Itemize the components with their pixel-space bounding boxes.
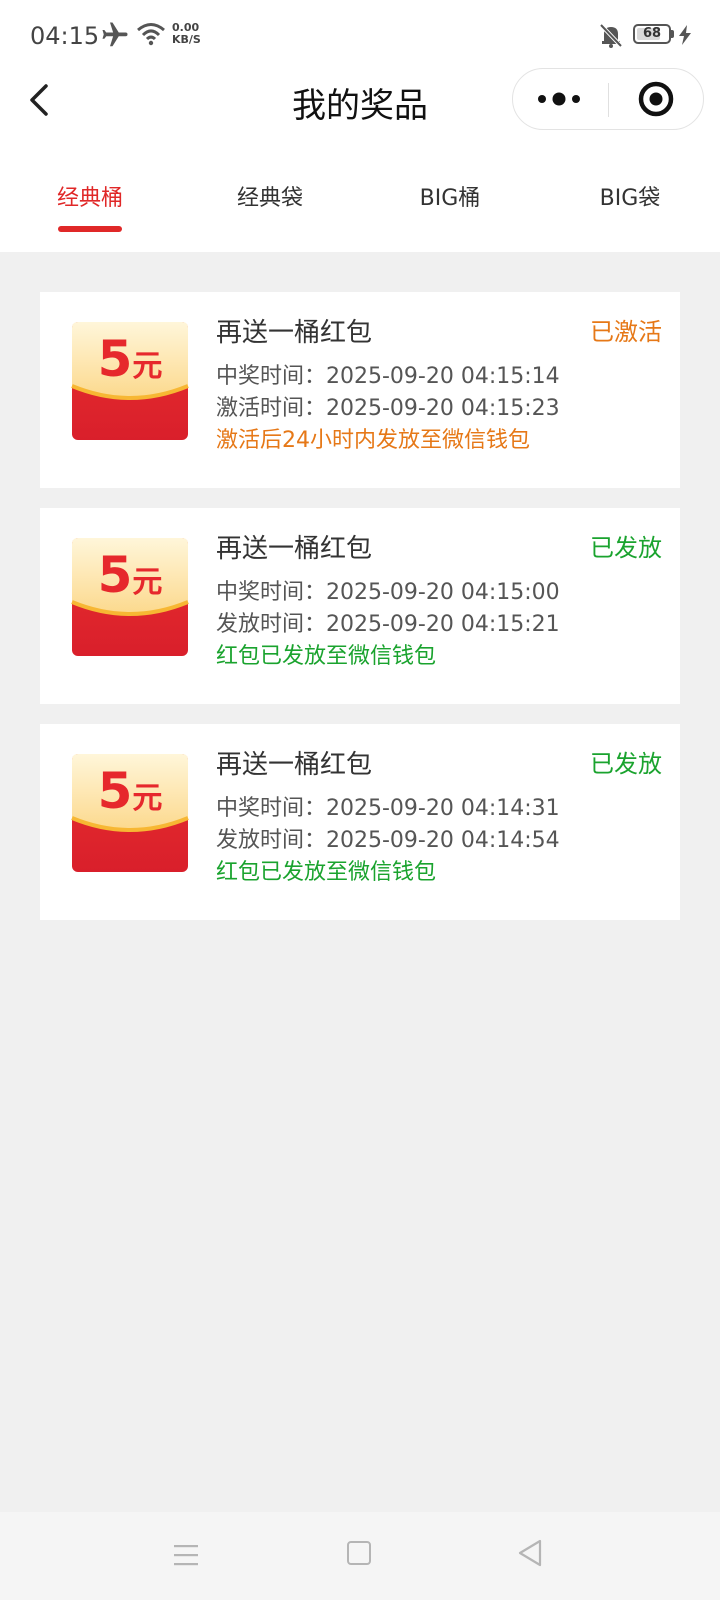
prize-card[interactable]: 5元 再送一桶红包 已发放 中奖时间：2025-09-20 04:15:00 发… xyxy=(40,508,680,704)
target-icon xyxy=(638,81,674,117)
prize-title: 再送一桶红包 xyxy=(216,750,373,780)
top-header: 04:15 0.00 KB/S 68 我的奖品 经典桶 经典袋 BIG桶 BIG… xyxy=(0,0,720,252)
red-packet-amount: 5元 xyxy=(70,536,190,658)
more-button[interactable] xyxy=(513,69,608,129)
activate-time: 激活时间：2025-09-20 04:15:23 xyxy=(216,396,560,421)
prize-tabs: 经典桶 经典袋 BIG桶 BIG袋 xyxy=(0,170,720,240)
home-square-icon[interactable] xyxy=(347,1541,371,1565)
tab-classic-bag[interactable]: 经典袋 xyxy=(180,180,360,212)
prize-note: 红包已发放至微信钱包 xyxy=(216,644,437,669)
red-packet-value: 5 xyxy=(97,546,133,604)
red-packet-amount: 5元 xyxy=(70,752,190,874)
capsule-divider xyxy=(608,83,609,117)
more-dots-icon xyxy=(538,92,580,106)
menu-icon[interactable] xyxy=(172,1542,200,1572)
red-packet-value: 5 xyxy=(97,330,133,388)
back-triangle-icon[interactable] xyxy=(516,1538,544,1572)
airplane-icon xyxy=(100,20,130,54)
red-packet-unit: 元 xyxy=(132,565,163,600)
battery-level: 68 xyxy=(642,26,662,41)
payout-time: 发放时间：2025-09-20 04:14:54 xyxy=(216,828,560,853)
prize-note: 红包已发放至微信钱包 xyxy=(216,860,437,885)
tab-big-bag[interactable]: BIG袋 xyxy=(540,180,720,212)
network-speed-unit: KB/S xyxy=(172,33,201,46)
red-packet-unit: 元 xyxy=(132,781,163,816)
status-badge: 已激活 xyxy=(590,318,662,346)
payout-time: 发放时间：2025-09-20 04:15:21 xyxy=(216,612,560,637)
close-mini-program-button[interactable] xyxy=(610,69,705,129)
prize-title: 再送一桶红包 xyxy=(216,318,373,348)
status-badge: 已发放 xyxy=(590,750,662,778)
battery-tip xyxy=(671,30,674,38)
network-speed: 0.00 KB/S xyxy=(172,22,201,46)
win-time: 中奖时间：2025-09-20 04:15:00 xyxy=(216,580,560,605)
red-packet-value: 5 xyxy=(97,762,133,820)
prize-card[interactable]: 5元 再送一桶红包 已发放 中奖时间：2025-09-20 04:14:31 发… xyxy=(40,724,680,920)
status-bar: 04:15 0.00 KB/S 68 xyxy=(0,0,720,72)
prize-note: 激活后24小时内发放至微信钱包 xyxy=(216,428,530,453)
tab-big-bucket[interactable]: BIG桶 xyxy=(360,180,540,212)
prize-title: 再送一桶红包 xyxy=(216,534,373,564)
nav-bar: 我的奖品 xyxy=(0,64,720,136)
system-navigation-bar xyxy=(0,1512,720,1600)
active-tab-indicator xyxy=(58,226,122,232)
win-time: 中奖时间：2025-09-20 04:14:31 xyxy=(216,796,560,821)
prize-card[interactable]: 5元 再送一桶红包 已激活 中奖时间：2025-09-20 04:15:14 激… xyxy=(40,292,680,488)
red-packet-unit: 元 xyxy=(132,349,163,384)
status-badge: 已发放 xyxy=(590,534,662,562)
tab-classic-bucket[interactable]: 经典桶 xyxy=(0,180,180,212)
mini-program-capsule xyxy=(512,68,704,130)
charging-icon xyxy=(678,25,692,49)
win-time: 中奖时间：2025-09-20 04:15:14 xyxy=(216,364,560,389)
battery-indicator: 68 xyxy=(633,24,671,44)
status-time: 04:15 xyxy=(30,22,100,50)
red-packet-amount: 5元 xyxy=(70,320,190,442)
wifi-icon xyxy=(136,22,166,50)
mute-icon xyxy=(596,22,626,52)
